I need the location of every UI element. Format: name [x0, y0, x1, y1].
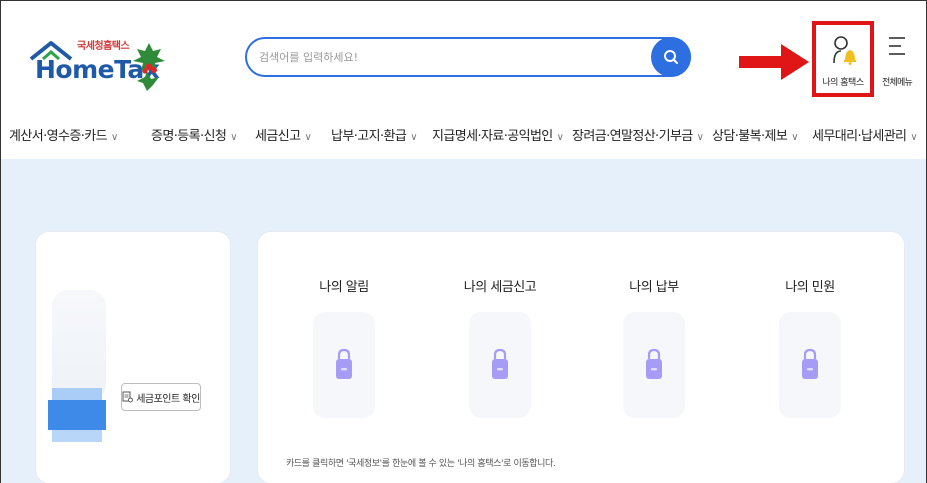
logo-small-text: 국세청홈택스: [77, 41, 130, 52]
nav-item-tax-return[interactable]: 세금신고 ∨: [255, 125, 312, 144]
lock-icon: [802, 348, 818, 379]
nav-item-consult[interactable]: 상담·불복·제보 ∨: [712, 125, 799, 144]
all-menu-label: 전체메뉴: [882, 78, 913, 88]
hamburger-menu-icon: [889, 37, 905, 55]
hometax-logo[interactable]: 국세청홈택스 HomeTax: [27, 31, 177, 103]
main-nav: 계산서·영수증·카드 ∨ 증명·등록·신청 ∨ 세금신고 ∨ 납부·고지·환급 ∨ 지급…: [1, 111, 926, 159]
site-header: 국세청홈택스 HomeTax 검색어를 입력하세요! 나의 홈택스 전체메뉴: [1, 1, 926, 111]
avatar: [52, 290, 106, 400]
card-tile[interactable]: [779, 312, 841, 418]
nav-item-incentive[interactable]: 장려금·연말정산·기부금 ∨: [572, 125, 704, 144]
card-title: 나의 알림: [319, 280, 369, 295]
document-icon: [122, 391, 134, 403]
my-hometax-label: 나의 홈택스: [822, 78, 864, 88]
nav-item-label: 장려금·연말정산·기부금: [572, 129, 693, 144]
nav-item-label: 납부·고지·환급: [331, 129, 407, 144]
holly-icon: [133, 43, 165, 91]
card-my-civil-affairs[interactable]: 나의 민원: [750, 276, 870, 418]
card-tile[interactable]: [469, 312, 531, 418]
chevron-down-icon: ∨: [910, 132, 918, 143]
card-title: 나의 세금신고: [463, 280, 537, 295]
chevron-down-icon: ∨: [230, 132, 237, 143]
card-title: 나의 민원: [785, 280, 835, 295]
nav-item-label: 세무대리·납세관리: [812, 129, 907, 144]
redacted-name: [48, 388, 106, 442]
nav-item-agent[interactable]: 세무대리·납세관리 ∨: [812, 125, 918, 144]
arrow-right-icon: [739, 44, 809, 80]
nav-item-label: 세금신고: [255, 129, 301, 144]
card-my-tax-return[interactable]: 나의 세금신고: [440, 276, 560, 418]
nav-item-label: 지급명세·자료·공익법인: [432, 129, 553, 144]
search-icon: [664, 50, 678, 64]
nav-item-statement[interactable]: 지급명세·자료·공익법인 ∨: [432, 125, 564, 144]
nav-item-certificate[interactable]: 증명·등록·신청 ∨: [151, 125, 238, 144]
tax-point-label: 세금포인트 확인: [136, 393, 200, 405]
lock-icon: [492, 348, 508, 379]
card-notice: 카드를 클릭하면 '국세정보'를 한눈에 볼 수 있는 '나의 홈택스'로 이동…: [286, 459, 556, 469]
search-button[interactable]: [651, 37, 691, 77]
card-tile[interactable]: [623, 312, 685, 418]
all-menu-button[interactable]: 전체메뉴: [875, 27, 919, 93]
user-bell-icon: [833, 36, 856, 65]
chevron-down-icon: ∨: [410, 132, 417, 143]
chevron-down-icon: ∨: [696, 132, 704, 143]
nav-item-payment[interactable]: 납부·고지·환급 ∨: [331, 125, 418, 144]
nav-item-label: 계산서·영수증·카드: [9, 129, 108, 144]
nav-item-label: 증명·등록·신청: [151, 129, 227, 144]
chevron-down-icon: ∨: [304, 132, 312, 143]
card-my-payment[interactable]: 나의 납부: [594, 276, 714, 418]
card-my-alerts[interactable]: 나의 알림: [284, 276, 404, 418]
my-hometax-button[interactable]: 나의 홈택스: [812, 21, 874, 97]
card-tile[interactable]: [313, 312, 375, 418]
search-input[interactable]: [259, 47, 639, 67]
my-info-card: 나의 알림 나의 세금신고 나의 납부 나의 민원 카드를 클릭하면 '국세정보…: [257, 231, 905, 483]
lock-icon: [336, 348, 352, 379]
chevron-down-icon: ∨: [791, 132, 798, 143]
chevron-down-icon: ∨: [110, 132, 118, 143]
lock-icon: [646, 348, 662, 379]
tax-point-button[interactable]: 세금포인트 확인: [121, 383, 201, 411]
chevron-down-icon: ∨: [556, 132, 564, 143]
card-title: 나의 납부: [629, 280, 679, 295]
search-bar: [245, 37, 691, 77]
nav-item-invoice[interactable]: 계산서·영수증·카드 ∨: [9, 125, 118, 144]
nav-item-label: 상담·불복·제보: [712, 129, 788, 144]
page-frame: 국세청홈택스 HomeTax 검색어를 입력하세요! 나의 홈택스 전체메뉴 계…: [0, 0, 927, 483]
profile-card: 세금포인트 확인: [35, 231, 231, 483]
